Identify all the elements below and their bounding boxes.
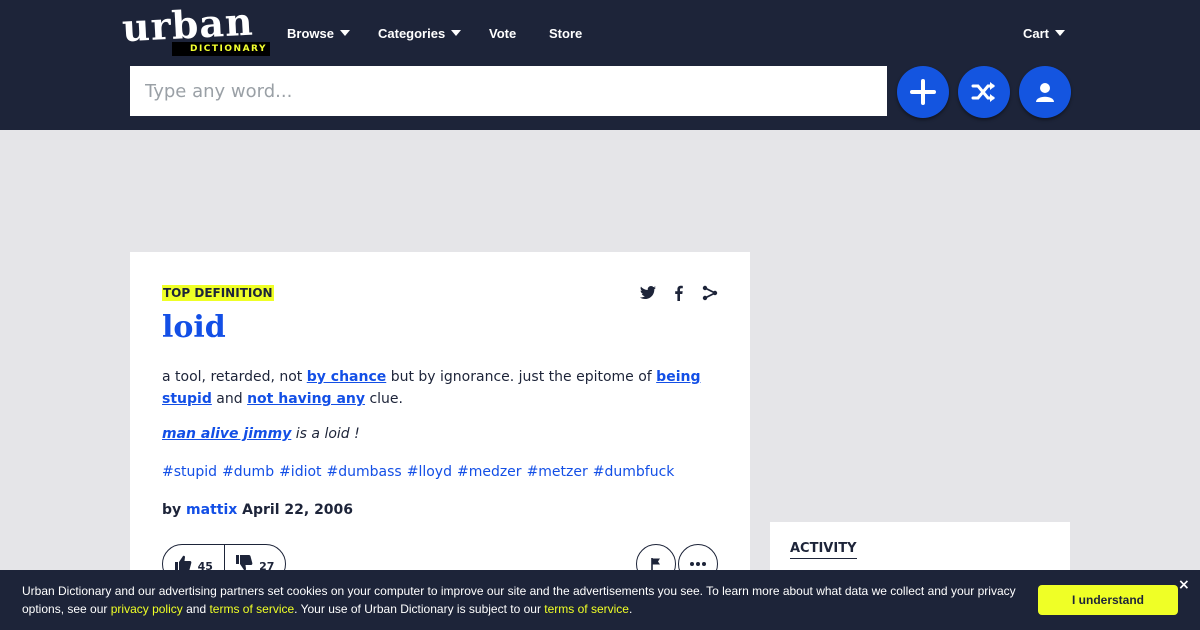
- nav-browse[interactable]: Browse: [287, 24, 350, 42]
- post-date: April 22, 2006: [242, 502, 354, 518]
- nav-categories[interactable]: Categories: [378, 24, 462, 42]
- nav-store[interactable]: Store: [549, 24, 582, 42]
- share-icon[interactable]: [701, 284, 719, 302]
- add-icon: [910, 79, 936, 105]
- tag-link[interactable]: #idiot: [279, 464, 321, 480]
- logo-subtitle: DICTIONARY: [172, 42, 270, 56]
- top-definition-badge: TOP DEFINITION: [162, 285, 274, 301]
- privacy-policy-link[interactable]: privacy policy: [111, 602, 183, 616]
- tag-list: #stupid #dumb #idiot #dumbass #lloyd #me…: [162, 464, 674, 480]
- more-icon: [690, 562, 706, 566]
- cookie-text: .: [628, 602, 633, 616]
- meaning-link-not-having-any[interactable]: not having any: [247, 391, 365, 407]
- caret-down-icon: [339, 30, 350, 36]
- definition-example: man alive jimmy is a loid !: [162, 426, 360, 442]
- cookie-banner: Urban Dictionary and our advertising par…: [0, 570, 1200, 630]
- i-understand-button[interactable]: I understand: [1038, 585, 1178, 615]
- facebook-icon[interactable]: [670, 284, 688, 302]
- tag-link[interactable]: #lloyd: [407, 464, 452, 480]
- meaning-text: and: [211, 391, 248, 407]
- author-link[interactable]: mattix: [186, 502, 237, 518]
- caret-down-icon: [451, 30, 462, 36]
- nav-cart-label: Cart: [1023, 25, 1050, 41]
- nav-categories-label: Categories: [378, 25, 446, 41]
- meaning-text: a tool, retarded, not: [162, 369, 307, 385]
- close-icon[interactable]: ×: [1178, 577, 1190, 593]
- byline-prefix: by: [162, 502, 182, 518]
- nav-vote-label: Vote: [489, 25, 517, 41]
- twitter-icon[interactable]: [639, 284, 657, 302]
- nav-store-label: Store: [549, 25, 583, 41]
- meaning-link-by-chance[interactable]: by chance: [307, 369, 387, 385]
- tag-link[interactable]: #dumb: [222, 464, 274, 480]
- flag-icon: [651, 558, 660, 570]
- example-link-man-alive-jimmy[interactable]: man alive jimmy: [162, 426, 291, 442]
- random-word-button[interactable]: [958, 66, 1010, 118]
- cookie-text: and: [182, 602, 210, 616]
- account-button[interactable]: [1019, 66, 1071, 118]
- tag-link[interactable]: #dumbass: [327, 464, 402, 480]
- byline: by mattix April 22, 2006: [162, 502, 353, 518]
- caret-down-icon: [1055, 30, 1066, 36]
- nav-cart[interactable]: Cart: [1023, 24, 1066, 42]
- terms-of-service-link[interactable]: terms of service: [544, 602, 629, 616]
- add-definition-button[interactable]: [897, 66, 949, 118]
- meaning-text: clue.: [365, 391, 403, 407]
- nav-browse-label: Browse: [287, 25, 334, 41]
- definition-meaning: a tool, retarded, not by chance but by i…: [162, 366, 722, 410]
- meaning-text: but by ignorance. just the epitome of: [386, 369, 657, 385]
- definition-card: TOP DEFINITION loid a tool, retarded, no…: [130, 252, 750, 612]
- tag-link[interactable]: #medzer: [457, 464, 522, 480]
- activity-title: ACTIVITY: [790, 541, 857, 559]
- search-input[interactable]: [130, 66, 887, 116]
- cookie-text: . Your use of Urban Dictionary is subjec…: [294, 602, 545, 616]
- site-header: urban DICTIONARY Browse Categories Vote …: [0, 0, 1200, 130]
- cookie-message: Urban Dictionary and our advertising par…: [22, 582, 1042, 618]
- nav-vote[interactable]: Vote: [489, 24, 516, 42]
- urban-dictionary-logo[interactable]: urban DICTIONARY: [120, 0, 272, 58]
- user-icon: [1036, 83, 1054, 102]
- terms-of-service-link[interactable]: terms of service: [209, 602, 294, 616]
- tag-link[interactable]: #stupid: [162, 464, 217, 480]
- example-text: is a loid !: [291, 426, 360, 442]
- shuffle-icon: [971, 82, 995, 102]
- tag-link[interactable]: #metzer: [527, 464, 588, 480]
- defined-word[interactable]: loid: [162, 310, 226, 345]
- tag-link[interactable]: #dumbfuck: [593, 464, 675, 480]
